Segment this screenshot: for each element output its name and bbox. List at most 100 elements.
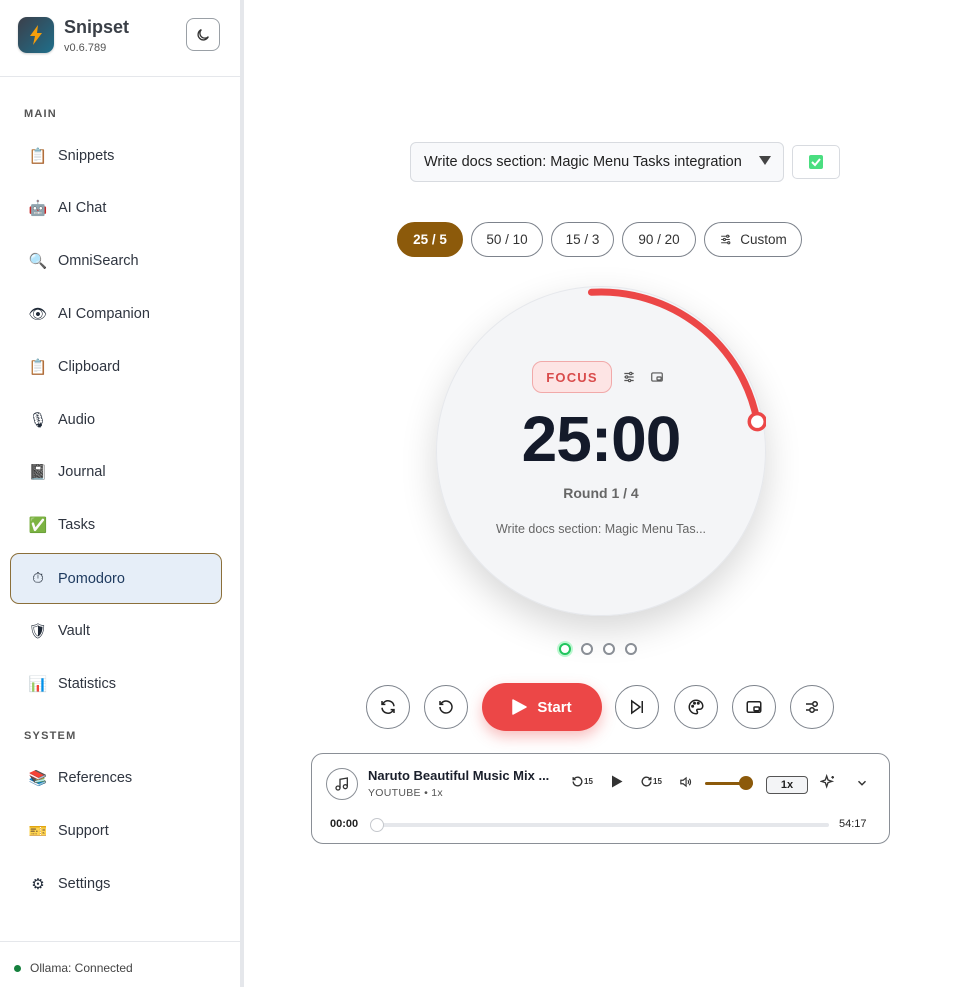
sidebar-item-support[interactable]: 🎫 Support — [10, 805, 222, 856]
round-dot — [625, 643, 637, 655]
current-time: 00:00 — [330, 818, 359, 830]
theme-toggle-button[interactable] — [186, 18, 220, 51]
preset-custom[interactable]: Custom — [704, 222, 802, 257]
robot-icon: 🤖 — [28, 199, 48, 217]
sidebar-item-pomodoro[interactable]: ⏱ Pomodoro — [10, 553, 222, 604]
settings-toggle-button[interactable] — [790, 685, 834, 729]
sidebar-item-clipboard[interactable]: 📋 Clipboard — [10, 341, 222, 392]
sidebar-item-vault[interactable]: 🛡 Vault — [10, 605, 222, 656]
volume-button[interactable] — [678, 775, 693, 789]
sidebar-item-label: Clipboard — [58, 358, 121, 375]
round-indicator: Round 1 / 4 — [563, 485, 639, 501]
sidebar-item-ai-companion[interactable]: 👁 AI Companion — [10, 288, 222, 339]
sidebar-item-tasks[interactable]: ✅ Tasks — [10, 499, 222, 550]
sidebar-footer-divider — [0, 941, 240, 942]
magnifier-icon: 🔍 — [28, 252, 48, 270]
sidebar-item-ai-chat[interactable]: 🤖 AI Chat — [10, 182, 222, 233]
music-player: Naruto Beautiful Music Mix ... YOUTUBE •… — [311, 753, 890, 844]
sidebar-item-label: Audio — [58, 411, 96, 428]
playback-speed-button[interactable]: 1x — [766, 776, 808, 794]
round-dot — [603, 643, 615, 655]
skip-forward-icon — [631, 699, 643, 715]
preset-25-5[interactable]: 25 / 5 — [397, 222, 463, 257]
sidebar-item-snippets[interactable]: 📋 Snippets — [10, 130, 222, 181]
sidebar-item-label: Vault — [58, 622, 90, 639]
brand: Snipset v0.6.789 — [18, 16, 129, 54]
sidebar: Snipset v0.6.789 MAIN 📋 Snippets 🤖 AI Ch… — [0, 0, 240, 987]
sidebar-item-label: References — [58, 769, 133, 786]
volume-slider-handle[interactable] — [738, 776, 753, 790]
app-name: Snipset — [64, 17, 130, 37]
clipboard-icon: 📋 — [28, 147, 48, 165]
forward-15-button[interactable]: 15 — [640, 775, 662, 788]
round-dots — [559, 643, 647, 655]
sidebar-item-journal[interactable]: 📓 Journal — [10, 446, 222, 497]
round-dot — [581, 643, 593, 655]
play-icon — [612, 775, 623, 788]
section-label-system: SYSTEM — [24, 730, 77, 742]
clipboard-icon: 📋 — [28, 358, 48, 376]
picture-in-picture-icon[interactable] — [650, 370, 664, 384]
connection-status: Ollama: Connected — [14, 961, 133, 975]
status-dot-icon — [14, 964, 21, 972]
section-label-main: MAIN — [24, 108, 57, 120]
sidebar-item-settings[interactable]: ⚙ Settings — [10, 858, 222, 909]
app-version: v0.6.789 — [64, 42, 107, 54]
rewind-15-button[interactable]: 15 — [571, 775, 593, 788]
track-title: Naruto Beautiful Music Mix ... — [368, 768, 550, 783]
preset-90-20[interactable]: 90 / 20 — [622, 222, 696, 257]
sidebar-item-label: AI Chat — [58, 199, 107, 216]
complete-task-button[interactable] — [792, 145, 840, 179]
sliders-icon — [721, 234, 731, 245]
sidebar-item-label: Tasks — [58, 516, 96, 533]
seek-bar[interactable] — [374, 823, 829, 827]
status-text: Ollama: Connected — [30, 961, 133, 975]
sidebar-item-label: Settings — [58, 875, 111, 892]
chevron-down-icon — [857, 780, 867, 786]
sidebar-item-label: Journal — [58, 463, 106, 480]
play-button[interactable] — [611, 775, 623, 788]
sidebar-item-statistics[interactable]: 📊 Statistics — [10, 658, 222, 709]
sidebar-item-omnisearch[interactable]: 🔍 OmniSearch — [10, 235, 222, 286]
task-select-value: Write docs section: Magic Menu Tasks int… — [424, 154, 742, 170]
gear-icon: ⚙ — [31, 875, 45, 893]
seek-handle[interactable] — [370, 818, 384, 832]
app-logo — [18, 17, 54, 53]
toggles-icon — [806, 701, 818, 713]
skip-button[interactable] — [615, 685, 659, 729]
check-box-icon — [809, 155, 823, 169]
mini-player-button[interactable] — [732, 685, 776, 729]
start-button-label: Start — [537, 698, 572, 716]
rewind-icon — [572, 776, 583, 787]
picture-in-picture-icon — [746, 701, 762, 713]
shield-icon: 🛡 — [28, 622, 48, 640]
round-dot — [559, 643, 571, 655]
preset-custom-label: Custom — [740, 232, 787, 247]
sidebar-divider — [0, 76, 240, 77]
palette-icon — [688, 699, 704, 715]
sliders-icon[interactable] — [622, 370, 636, 384]
sparkles-icon — [820, 774, 835, 789]
undo-icon — [439, 700, 453, 714]
music-note-icon — [326, 768, 358, 800]
preset-50-10[interactable]: 50 / 10 — [471, 222, 543, 257]
sidebar-item-label: OmniSearch — [58, 252, 139, 269]
sidebar-item-references[interactable]: 📚 References — [10, 752, 222, 803]
start-button[interactable]: Start — [482, 683, 602, 731]
timer-dial: FOCUS 25:00 Round 1 / 4 Write docs secti… — [436, 286, 766, 616]
sync-button[interactable] — [366, 685, 410, 729]
bar-chart-icon: 📊 — [28, 675, 48, 693]
sidebar-resize-handle[interactable] — [240, 0, 244, 987]
sidebar-item-label: Support — [58, 822, 109, 839]
fast-forward-icon — [641, 776, 652, 787]
preset-15-3[interactable]: 15 / 3 — [551, 222, 614, 257]
rewind-seconds: 15 — [584, 777, 593, 786]
notebook-icon: 📓 — [28, 463, 48, 481]
track-meta: YOUTUBE • 1x — [368, 787, 443, 799]
theme-palette-button[interactable] — [674, 685, 718, 729]
sidebar-item-audio[interactable]: 🎙 Audio — [10, 394, 222, 445]
task-select[interactable]: Write docs section: Magic Menu Tasks int… — [410, 142, 784, 182]
reset-button[interactable] — [424, 685, 468, 729]
magic-button[interactable] — [820, 774, 836, 790]
expand-player-button[interactable] — [855, 776, 869, 790]
